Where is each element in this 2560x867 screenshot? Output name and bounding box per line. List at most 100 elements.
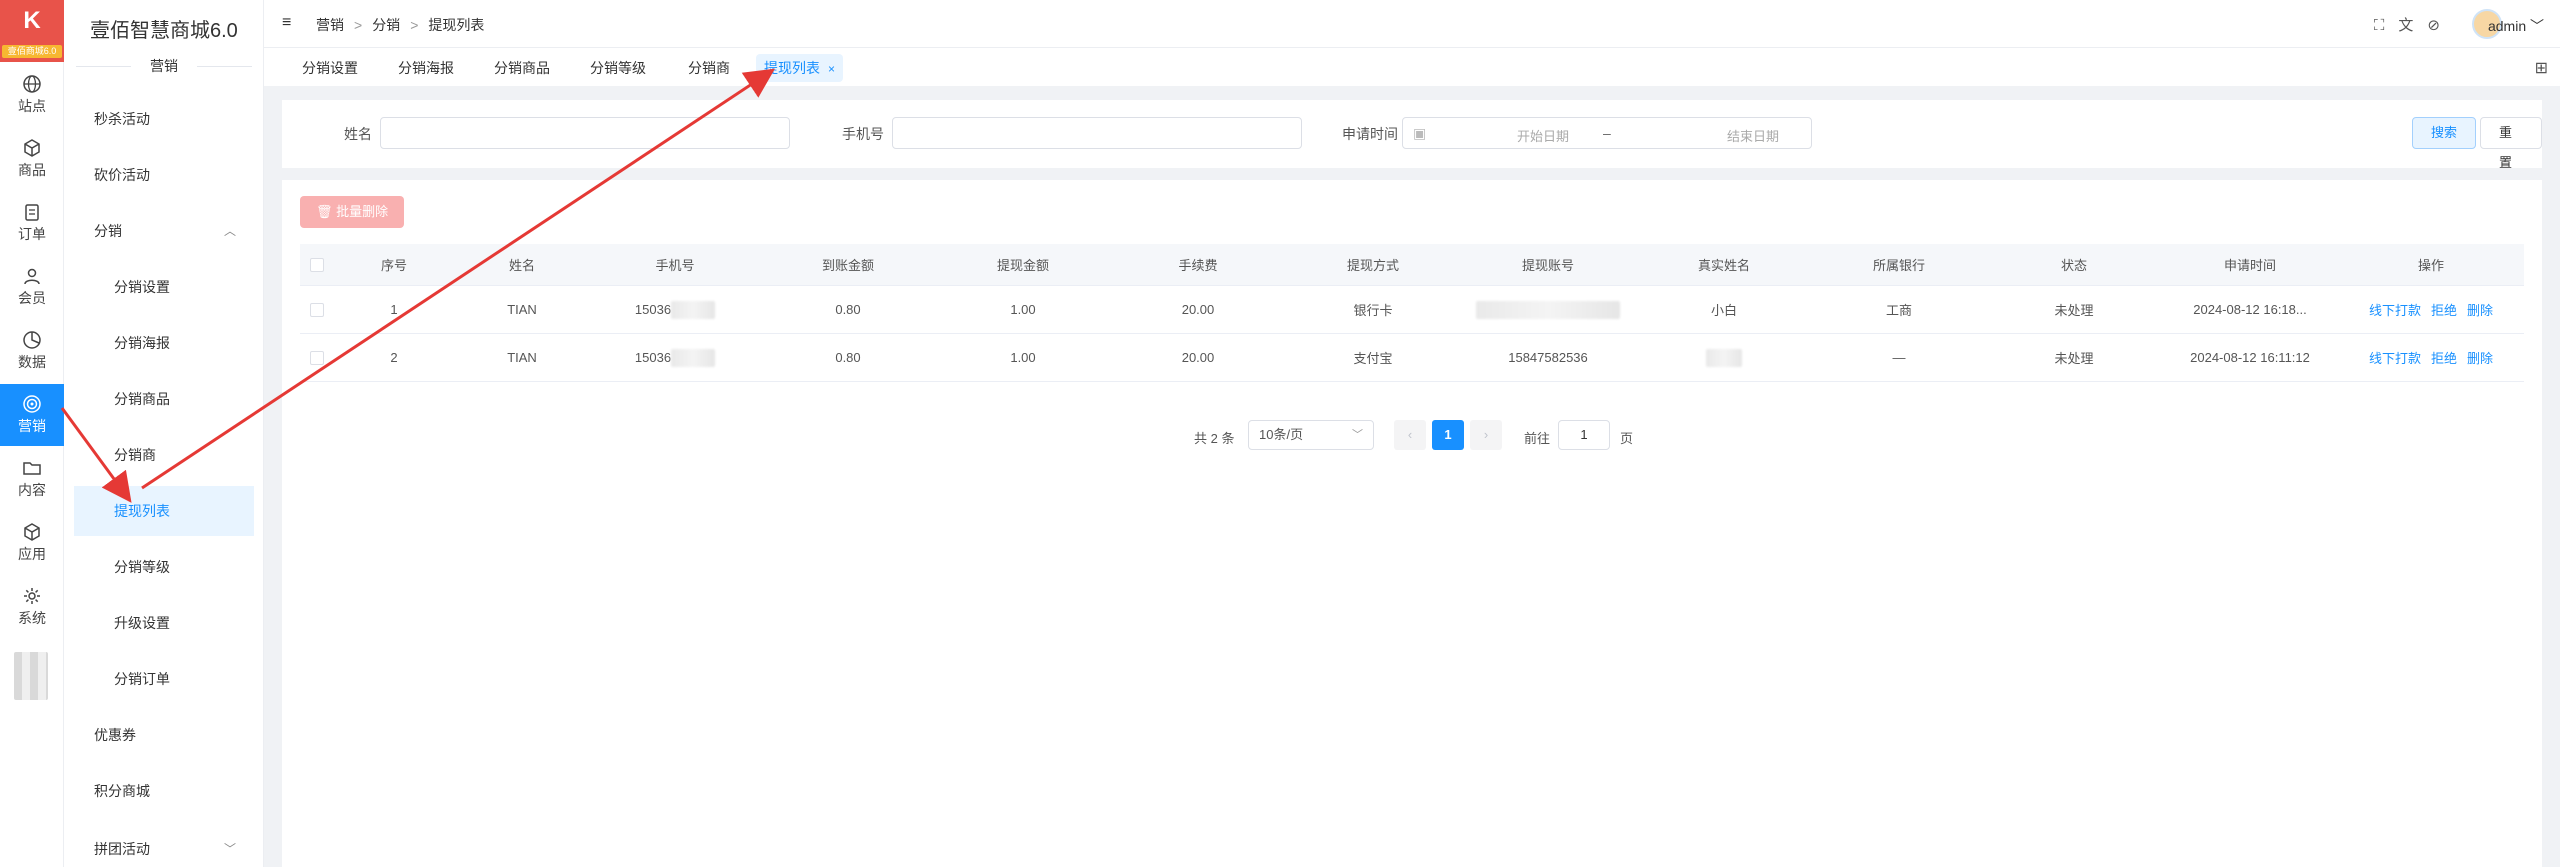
offline-pay-link[interactable]: 线下打款 [2369, 300, 2421, 319]
tab-dist-goods[interactable]: 分销商品 [486, 54, 558, 82]
menu-group-label: 分销 [94, 223, 122, 239]
cell-bank: — [1892, 350, 1906, 365]
page-size-select[interactable]: 10条/页 ﹀ [1248, 420, 1374, 450]
rail-label: 系统 [18, 610, 46, 626]
chevron-up-icon: ︿ [223, 224, 236, 238]
prev-page-button[interactable]: ‹ [1394, 420, 1426, 450]
tab-dist-level[interactable]: 分销等级 [582, 54, 654, 82]
end-date-input[interactable]: 结束日期 [1683, 126, 1823, 145]
menu-item-withdraw-list[interactable]: 提现列表 [74, 486, 254, 536]
fullscreen-icon[interactable]: ⛶ [2374, 17, 2385, 34]
rail-label: 内容 [18, 482, 46, 498]
tabs-bar: 分销设置 分销海报 分销商品 分销等级 分销商 提现列表 × ⊞ [264, 48, 2560, 86]
redacted-mask [671, 300, 716, 319]
menu-item-coupons[interactable]: 优惠券 [74, 710, 254, 760]
rail-item-data[interactable]: 数据 [0, 320, 64, 382]
cell-phone: 15036 [590, 334, 760, 381]
col-header: 提现方式 [1346, 258, 1399, 273]
tab-withdraw-list[interactable]: 提现列表 × [756, 54, 844, 82]
offline-pay-link[interactable]: 线下打款 [2369, 348, 2421, 367]
rail-item-site[interactable]: 站点 [0, 64, 64, 126]
row-checkbox[interactable] [310, 302, 324, 317]
folder-icon [23, 462, 41, 475]
breadcrumb: 营销 > 分销 > 提现列表 [316, 17, 485, 33]
breadcrumb-item: 提现列表 [428, 17, 485, 33]
delete-link[interactable]: 删除 [2467, 300, 2493, 319]
menu-item-dist-goods[interactable]: 分销商品 [74, 374, 254, 424]
breadcrumb-item[interactable]: 分销 [372, 17, 400, 33]
page-suffix: 页 [1620, 431, 1634, 446]
row-checkbox[interactable] [310, 350, 324, 365]
select-all-checkbox[interactable] [310, 257, 324, 272]
rail-item-goods[interactable]: 商品 [0, 128, 64, 190]
search-panel: 姓名 手机号 申请时间 ▣ 开始日期 – 结束日期 搜索 重置 [282, 100, 2542, 170]
rail-item-members[interactable]: 会员 [0, 256, 64, 318]
menu-item-dist-poster[interactable]: 分销海报 [74, 318, 254, 368]
menu-group-distribution[interactable]: 分销 ︿ [74, 206, 254, 256]
cell-name: TIAN [507, 302, 537, 317]
menu-group-label: 拼团活动 [94, 841, 150, 857]
rail-item-orders[interactable]: 订单 [0, 192, 64, 254]
menu-group-group-buy[interactable]: 拼团活动 ﹀ [74, 824, 254, 867]
col-header: 姓名 [508, 258, 535, 273]
reject-link[interactable]: 拒绝 [2431, 300, 2457, 319]
chevron-down-icon: ﹀ [2526, 18, 2544, 34]
tab-distributors[interactable]: 分销商 [680, 54, 738, 82]
menu-item-upgrade-settings[interactable]: 升级设置 [74, 598, 254, 648]
target-icon [23, 395, 41, 413]
rail-label: 会员 [18, 290, 46, 306]
reset-button[interactable]: 重置 [2480, 117, 2542, 170]
withdraw-table-panel: 🗑 批量删除 序号 姓名 手机号 到账金额 提现金额 手续费 提现方式 提现账号… [282, 180, 2542, 867]
start-date-input[interactable]: 开始日期 [1473, 126, 1613, 145]
name-input[interactable] [380, 117, 790, 149]
goto-label: 前往 [1524, 431, 1551, 446]
rail-item-apps[interactable]: 应用 [0, 512, 64, 574]
menu-item-points-mall[interactable]: 积分商城 [74, 766, 254, 816]
rail-item-system[interactable]: 系统 [0, 576, 64, 638]
cell-time: 2024-08-12 16:18... [2193, 302, 2307, 317]
clear-cache-icon[interactable]: ⊘ [2427, 17, 2440, 34]
section-title: 营销 [64, 56, 264, 76]
rail-item-marketing[interactable]: 营销 [0, 384, 64, 446]
translate-icon[interactable]: 文 [2398, 17, 2413, 34]
batch-delete-label: 批量删除 [336, 204, 389, 219]
cell-fee: 20.00 [1181, 350, 1215, 365]
cell-real-name: 小白 [1710, 303, 1737, 318]
user-menu[interactable]: admin ﹀ [2488, 16, 2544, 36]
range-separator: – [1603, 125, 1611, 141]
grid-icon[interactable]: ⊞ [2535, 58, 2548, 78]
tab-dist-settings[interactable]: 分销设置 [294, 54, 366, 82]
tab-dist-poster[interactable]: 分销海报 [390, 54, 462, 82]
menu-item-bargain[interactable]: 砍价活动 [74, 150, 254, 200]
menu-item-dist-settings[interactable]: 分销设置 [74, 262, 254, 312]
batch-delete-button[interactable]: 🗑 批量删除 [300, 196, 405, 228]
col-header: 手机号 [655, 258, 695, 273]
menu-item-distributors[interactable]: 分销商 [74, 430, 254, 480]
close-icon[interactable]: × [828, 62, 835, 76]
cell-bank: 工商 [1885, 303, 1912, 318]
cell-account: 15847582536 [1508, 350, 1588, 365]
menu-item-dist-level[interactable]: 分销等级 [74, 542, 254, 592]
reject-link[interactable]: 拒绝 [2431, 348, 2457, 367]
next-page-button[interactable]: › [1470, 420, 1502, 450]
rail-label: 站点 [18, 98, 46, 114]
cube-icon [24, 523, 40, 541]
menu-item-seckill[interactable]: 秒杀活动 [74, 94, 254, 144]
rail-item-content[interactable]: 内容 [0, 448, 64, 510]
rail-label: 数据 [18, 354, 46, 370]
rail-label: 商品 [18, 162, 46, 178]
user-icon [24, 268, 40, 285]
rail-label: 应用 [18, 546, 46, 562]
menu-toggle-icon[interactable]: ≡ [282, 14, 291, 32]
menu-item-dist-orders[interactable]: 分销订单 [74, 654, 254, 704]
name-label: 姓名 [344, 126, 372, 142]
goto-page-input[interactable]: 1 [1558, 420, 1610, 450]
breadcrumb-item[interactable]: 营销 [316, 17, 344, 33]
search-button[interactable]: 搜索 [2412, 117, 2477, 149]
page-number-button[interactable]: 1 [1432, 420, 1464, 450]
page-size-value: 10条/页 [1259, 427, 1304, 442]
box-icon [24, 139, 40, 157]
delete-link[interactable]: 删除 [2467, 348, 2493, 367]
date-range-picker[interactable]: ▣ 开始日期 – 结束日期 [1402, 117, 1812, 149]
phone-input[interactable] [892, 117, 1302, 149]
